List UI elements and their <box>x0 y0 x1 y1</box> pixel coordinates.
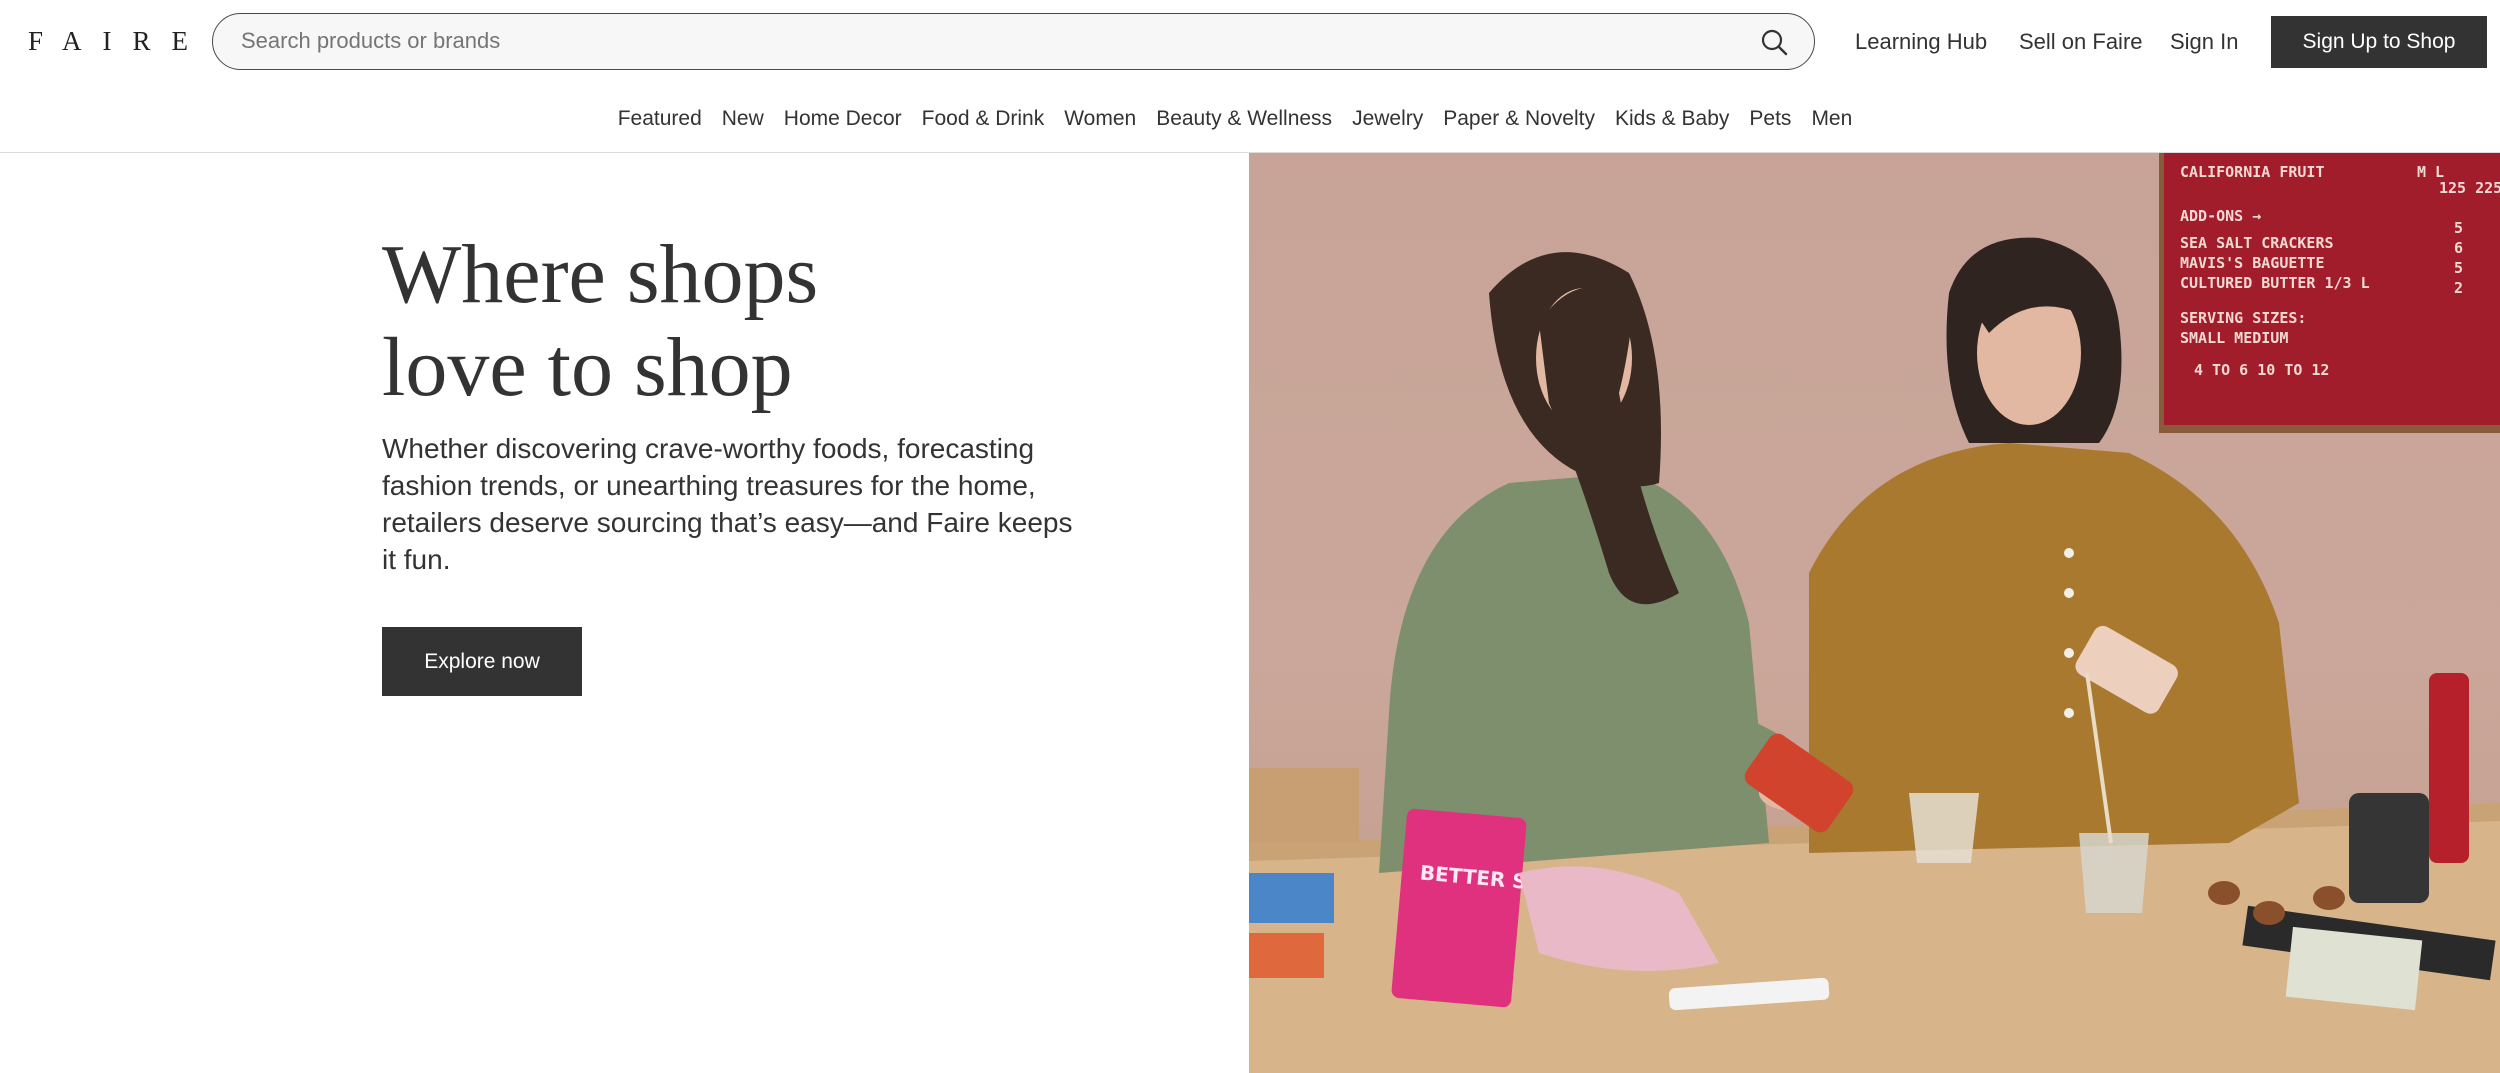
category-food-drink[interactable]: Food & Drink <box>922 104 1045 134</box>
category-kids-baby[interactable]: Kids & Baby <box>1615 104 1729 134</box>
menu-board-ranges: 4 TO 6 10 TO 12 <box>2194 361 2329 379</box>
search-icon[interactable] <box>1760 28 1788 56</box>
category-pets[interactable]: Pets <box>1749 104 1791 134</box>
menu-board-prices: 125 225 <box>2439 179 2500 197</box>
menu-board-addons: ADD-ONS → <box>2180 207 2261 225</box>
search-input[interactable] <box>241 14 1721 68</box>
menu-board: CALIFORNIA FRUIT M L 125 225 ADD-ONS → S… <box>2159 153 2500 433</box>
category-paper-novelty[interactable]: Paper & Novelty <box>1443 104 1595 134</box>
faire-logo[interactable]: FAIRE <box>28 26 209 56</box>
menu-board-serving: SERVING SIZES: <box>2180 309 2306 327</box>
hero-title-line-2: love to shop <box>382 321 793 414</box>
search-bar[interactable] <box>212 13 1815 70</box>
menu-board-price-1: 5 <box>2454 219 2463 237</box>
category-jewelry[interactable]: Jewelry <box>1352 104 1423 134</box>
category-men[interactable]: Men <box>1811 104 1852 134</box>
hero-title: Where shops love to shop <box>382 228 1142 414</box>
category-beauty-wellness[interactable]: Beauty & Wellness <box>1156 104 1332 134</box>
menu-board-item-1: SEA SALT CRACKERS <box>2180 234 2334 252</box>
site-header: FAIRE Learning Hub Sell on Faire Sign In… <box>0 0 2500 83</box>
menu-board-item-2: MAVIS'S BAGUETTE <box>2180 254 2325 272</box>
sign-up-button[interactable]: Sign Up to Shop <box>2271 16 2487 68</box>
menu-board-small-medium: SMALL MEDIUM <box>2180 329 2288 347</box>
category-nav: Featured New Home Decor Food & Drink Wom… <box>0 104 2500 134</box>
category-home-decor[interactable]: Home Decor <box>784 104 902 134</box>
hero-description: Whether discovering crave-worthy foods, … <box>382 433 1073 575</box>
menu-board-price-4: 2 <box>2454 279 2463 297</box>
learning-hub-link[interactable]: Learning Hub <box>1855 28 1987 56</box>
menu-board-item-3: CULTURED BUTTER 1/3 L <box>2180 274 2370 292</box>
menu-board-price-3: 5 <box>2454 259 2463 277</box>
category-featured[interactable]: Featured <box>618 104 702 134</box>
explore-now-button[interactable]: Explore now <box>382 627 582 696</box>
menu-board-title: CALIFORNIA FRUIT <box>2180 163 2325 181</box>
sell-on-faire-link[interactable]: Sell on Faire <box>2019 28 2143 56</box>
category-new[interactable]: New <box>722 104 764 134</box>
hero-title-line-1: Where shops <box>382 228 819 321</box>
sign-in-link[interactable]: Sign In <box>2170 28 2239 56</box>
hero-photo-illustration: CALIFORNIA FRUIT M L 125 225 ADD-ONS → S… <box>1249 153 2500 1073</box>
hero-photo: CALIFORNIA FRUIT M L 125 225 ADD-ONS → S… <box>1249 153 2500 1073</box>
menu-board-price-2: 6 <box>2454 239 2463 257</box>
category-women[interactable]: Women <box>1064 104 1136 134</box>
